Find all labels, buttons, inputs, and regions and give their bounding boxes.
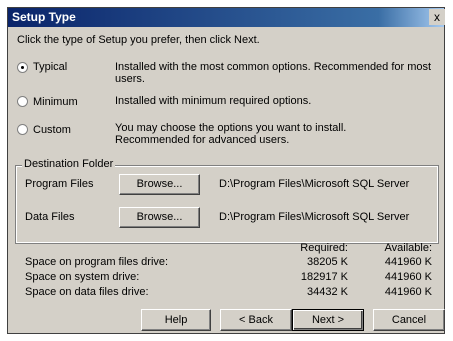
radio-custom[interactable] [17, 124, 28, 135]
space-row-available: 441960 K [384, 271, 432, 283]
browse-program-files-button[interactable]: Browse... [119, 174, 200, 195]
available-header: Available: [384, 242, 433, 254]
radio-typical[interactable] [17, 62, 28, 73]
space-row-available: 441960 K [384, 286, 432, 298]
title-bar: Setup Type x [8, 8, 445, 27]
data-files-label: Data Files [25, 211, 75, 223]
radio-minimum-label[interactable]: Minimum [33, 96, 78, 108]
radio-minimum[interactable] [17, 96, 28, 107]
window-title: Setup Type [12, 10, 76, 24]
minimum-description: Installed with minimum required options. [115, 95, 312, 107]
program-files-path: D:\Program Files\Microsoft SQL Server [219, 178, 410, 190]
space-row-required: 38205 K [307, 256, 348, 268]
cancel-button[interactable]: Cancel [373, 309, 445, 331]
next-button[interactable]: Next > [292, 309, 364, 331]
space-row-label: Space on system drive: [25, 271, 140, 283]
back-button[interactable]: < Back [220, 309, 292, 331]
browse-data-files-button[interactable]: Browse... [119, 207, 200, 228]
required-header: Required: [300, 242, 348, 254]
space-row-required: 34432 K [307, 286, 348, 298]
typical-description: Installed with the most common options. … [115, 61, 432, 85]
program-files-label: Program Files [25, 178, 94, 190]
setup-dialog: Setup Type x Click the type of Setup you… [7, 7, 445, 334]
data-files-path: D:\Program Files\Microsoft SQL Server [219, 211, 410, 223]
space-row-available: 441960 K [384, 256, 432, 268]
space-row-label: Space on data files drive: [25, 286, 149, 298]
close-icon[interactable]: x [429, 9, 445, 25]
instruction-text: Click the type of Setup you prefer, then… [17, 34, 260, 46]
radio-custom-label[interactable]: Custom [33, 124, 71, 136]
custom-description: You may choose the options you want to i… [115, 122, 347, 146]
help-button[interactable]: Help [141, 309, 211, 331]
space-row-label: Space on program files drive: [25, 256, 169, 268]
radio-typical-label[interactable]: Typical [33, 61, 67, 73]
destination-folder-title: Destination Folder [22, 158, 116, 170]
space-row-required: 182917 K [300, 271, 348, 283]
